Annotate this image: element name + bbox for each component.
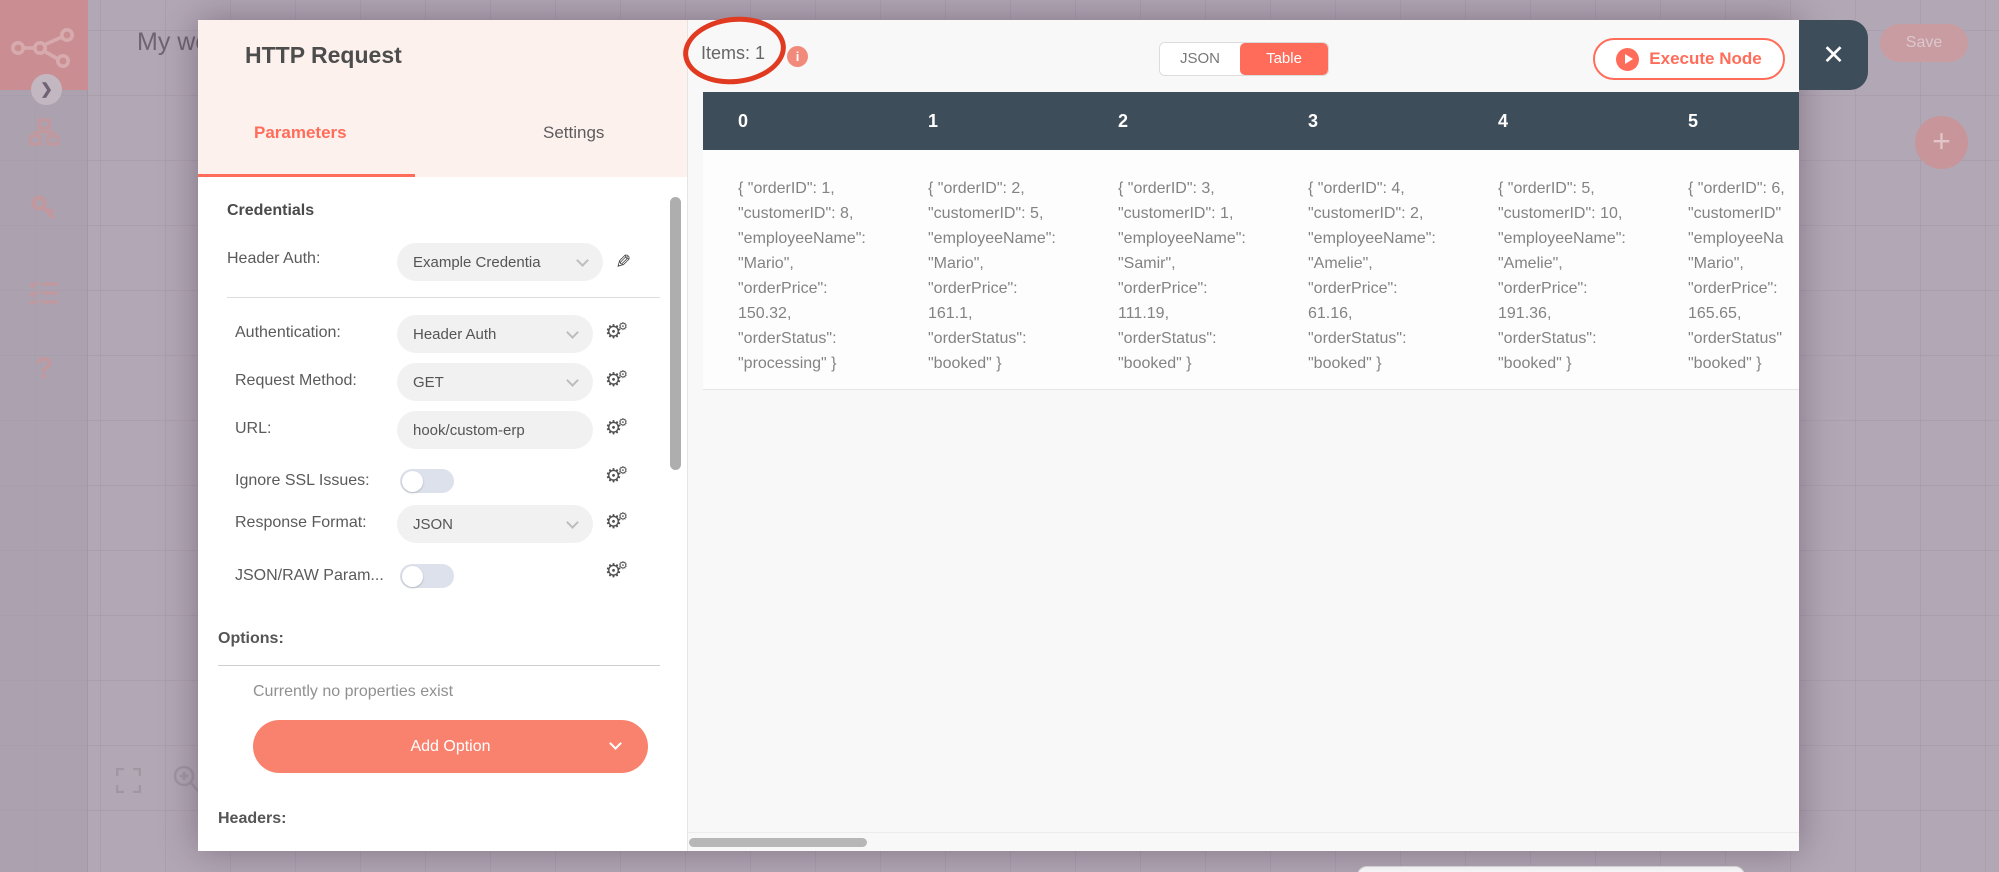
app-screen: My wo ❯ ? Save + HTTP Request Parameters…: [0, 0, 1999, 872]
chevron-right-icon: ❯: [40, 81, 53, 98]
node-settings-panel: HTTP Request Parameters Settings Credent…: [198, 20, 687, 851]
node-graph-icon: [11, 28, 74, 68]
table-column-header: 2: [1118, 111, 1129, 131]
output-table-header: 0 1 2 3 4 5: [703, 92, 1799, 150]
gear-icon[interactable]: ⚙ ⚙: [605, 465, 628, 486]
key-icon: [31, 195, 56, 220]
divider: [218, 665, 660, 666]
sitemap-icon: [28, 118, 60, 146]
tab-settings[interactable]: Settings: [543, 123, 604, 143]
table-cell: { "orderID": 5, "customerID": 10, "employe…: [1498, 180, 1626, 372]
output-panel: Items: 1 i JSON Table Execute Node 01234…: [687, 20, 1799, 851]
table-column-header: 0: [738, 111, 749, 131]
add-option-button[interactable]: Add Option: [253, 720, 648, 773]
table-column-header: 1: [928, 111, 939, 131]
divider: [227, 297, 660, 298]
chevron-down-icon: [566, 373, 579, 387]
field-label-response-format: Response Format:: [235, 514, 367, 531]
fit-view-button[interactable]: [115, 767, 142, 798]
chevron-down-icon: [566, 325, 579, 339]
request-method-select[interactable]: GET: [397, 363, 593, 401]
credential-row-label: Header Auth:: [227, 250, 321, 267]
node-detail-modal: HTTP Request Parameters Settings Credent…: [198, 20, 1868, 851]
info-icon[interactable]: i: [787, 46, 808, 67]
play-icon: [1616, 47, 1640, 71]
close-icon: ✕: [1822, 40, 1845, 70]
checklist-icon: [28, 280, 58, 307]
credentials-section-label: Credentials: [227, 202, 315, 219]
sidebar-collapse-button[interactable]: ❯: [31, 74, 62, 105]
field-label-url: URL:: [235, 420, 272, 437]
table-cell: { "orderID": 3, "customerID": 1, "employee…: [1118, 180, 1246, 372]
response-format-select[interactable]: JSON: [397, 505, 593, 543]
options-section-label: Options:: [218, 630, 284, 647]
gear-icon[interactable]: ⚙ ⚙: [605, 511, 628, 532]
edit-credential-icon[interactable]: ✎: [611, 253, 633, 269]
add-node-button[interactable]: +: [1915, 116, 1968, 169]
toggle-knob: [402, 565, 423, 587]
question-mark-icon: ?: [34, 352, 54, 385]
panel-scrollbar[interactable]: [670, 197, 681, 470]
table-cell: { "orderID": 6, "customerID" "employeeNa "M…: [1688, 180, 1785, 372]
chevron-down-icon: [576, 253, 589, 267]
close-modal-button[interactable]: ✕: [1799, 20, 1868, 90]
gear-icon[interactable]: ⚙ ⚙: [605, 417, 628, 438]
url-input[interactable]: hook/custom-erp: [397, 411, 593, 449]
headers-section-label: Headers:: [218, 810, 287, 827]
fullscreen-icon: [115, 767, 142, 794]
table-column-header: 4: [1498, 111, 1509, 131]
bottom-popup-edge: [1357, 866, 1745, 872]
sidebar-item-executions[interactable]: [0, 280, 88, 309]
options-empty-text: Currently no properties exist: [253, 683, 454, 700]
sidebar: ❯ ?: [0, 0, 88, 872]
view-toggle-json[interactable]: JSON: [1160, 43, 1240, 75]
chevron-down-icon: [609, 737, 622, 750]
view-toggle-table[interactable]: Table: [1240, 43, 1328, 75]
field-label-json-raw: JSON/RAW Param...: [235, 567, 384, 584]
gear-icon[interactable]: ⚙ ⚙: [605, 321, 628, 342]
table-column-header: 5: [1688, 111, 1699, 131]
field-label-ignore-ssl: Ignore SSL Issues:: [235, 472, 370, 489]
field-label-authentication: Authentication:: [235, 324, 341, 341]
toggle-knob: [402, 470, 423, 492]
execute-node-button[interactable]: Execute Node: [1593, 38, 1785, 80]
gear-icon[interactable]: ⚙ ⚙: [605, 560, 628, 581]
active-tab-underline: [198, 174, 415, 177]
authentication-select[interactable]: Header Auth: [397, 315, 593, 353]
view-toggle: JSON Table: [1159, 42, 1329, 76]
field-label-request-method: Request Method:: [235, 372, 357, 389]
tab-parameters[interactable]: Parameters: [254, 123, 347, 143]
table-column-header: 3: [1308, 111, 1319, 131]
output-table-body: { "orderID": 1, "customerID": 8, "employee…: [703, 150, 1799, 390]
ignore-ssl-toggle[interactable]: [400, 469, 454, 493]
node-title: HTTP Request: [245, 42, 402, 68]
table-cell: { "orderID": 1, "customerID": 8, "employee…: [738, 180, 866, 372]
save-button[interactable]: Save: [1880, 24, 1968, 62]
json-raw-toggle[interactable]: [400, 564, 454, 588]
table-cell: { "orderID": 4, "customerID": 2, "employee…: [1308, 180, 1436, 372]
table-cell: { "orderID": 2, "customerID": 5, "employee…: [928, 180, 1056, 372]
sidebar-item-workflows[interactable]: [0, 118, 88, 151]
divider: [688, 832, 1799, 833]
sidebar-item-help[interactable]: ?: [0, 352, 88, 386]
table-horizontal-scrollbar[interactable]: [689, 838, 867, 847]
gear-icon[interactable]: ⚙ ⚙: [605, 369, 628, 390]
plus-icon: +: [1932, 123, 1951, 159]
sidebar-item-credentials[interactable]: [0, 194, 88, 227]
chevron-down-icon: [566, 515, 579, 529]
credential-select[interactable]: Example Credentia: [397, 243, 603, 281]
